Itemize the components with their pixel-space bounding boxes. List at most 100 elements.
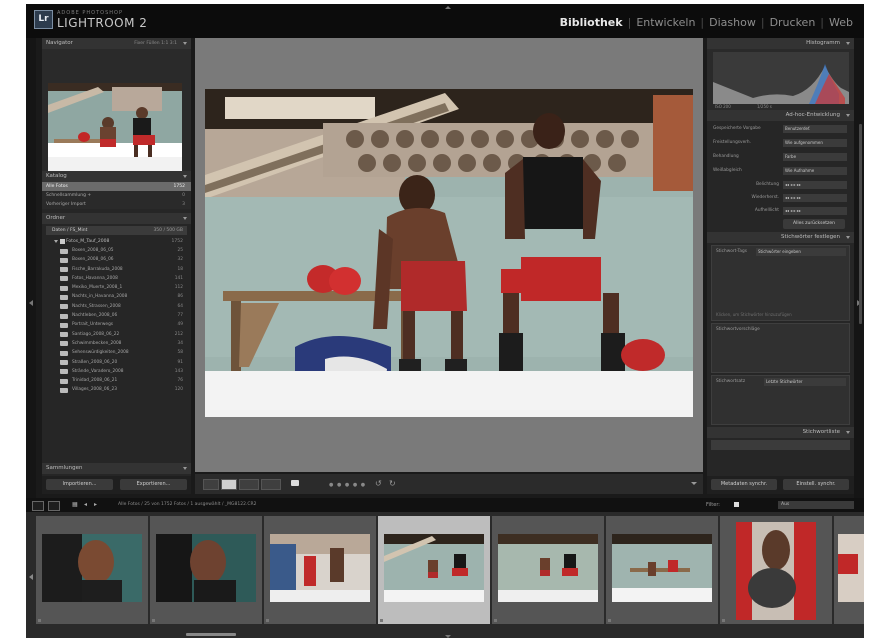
filmstrip-thumbnail[interactable] [606, 516, 718, 624]
loupe-view[interactable] [195, 38, 703, 472]
catalog-item-label: Schnellsammlung + [46, 193, 92, 198]
primary-window-button[interactable] [32, 501, 44, 511]
filmstrip-thumbnail[interactable] [492, 516, 604, 624]
rotate-right-icon[interactable]: ↻ [389, 479, 396, 488]
filter-select[interactable]: Aus [778, 501, 854, 509]
treatment-select[interactable]: Farbe [783, 153, 847, 161]
keywording-header[interactable]: Stichwörter festlegen [707, 232, 854, 243]
preset-select[interactable]: Benutzerdef. [783, 125, 847, 133]
collapse-triangle-icon[interactable] [846, 236, 850, 239]
module-bibliothek[interactable]: Bibliothek [555, 16, 628, 29]
folder-item[interactable]: Portrait_Unterwegs 49 [42, 320, 191, 329]
root-folder-row[interactable]: Fotos_M_Tauf_2008 1752 [42, 237, 191, 246]
filmstrip-source-path[interactable]: Alle Fotos / 25 von 1752 Fotos / 1 ausge… [118, 498, 257, 512]
sync-settings-button[interactable]: Einstell. synchr. [783, 479, 849, 490]
module-diashow[interactable]: Diashow [704, 16, 761, 29]
volume-row[interactable]: Daten / FS_Mint 350 / 500 GB [46, 226, 187, 235]
keyword-suggestions-box[interactable]: Stichwortvorschläge [711, 323, 850, 373]
secondary-window-button[interactable] [48, 501, 60, 511]
navigator-zoom-options[interactable]: Fixer Füllen 1:1 3:1 [134, 38, 177, 49]
catalog-item-all-photos[interactable]: Alle Fotos 1752 [42, 182, 191, 191]
folder-item[interactable]: Nachts_in_Havanna_2008 86 [42, 292, 191, 301]
compare-view-button[interactable] [239, 479, 259, 490]
catalog-header[interactable]: Katalog [42, 171, 191, 182]
collapse-left-icon[interactable] [29, 300, 33, 306]
filmstrip-thumbnail-selected[interactable] [378, 516, 490, 624]
filmstrip-thumbnail[interactable] [36, 516, 148, 624]
module-web[interactable]: Web [824, 16, 858, 29]
import-button[interactable]: Importieren... [46, 479, 113, 490]
folder-item[interactable]: Mexiko_Muerte_2008_1 112 [42, 283, 191, 292]
folder-item[interactable]: Schwimmbecken_2008 34 [42, 339, 191, 348]
right-panel-scrollbar[interactable] [859, 124, 862, 324]
filmstrip-scroll-left-icon[interactable] [29, 574, 33, 580]
back-arrow-icon[interactable]: ◂ [84, 501, 87, 508]
module-entwickeln[interactable]: Entwickeln [631, 16, 700, 29]
module-drucken[interactable]: Drucken [765, 16, 821, 29]
disclosure-triangle-icon[interactable] [54, 240, 58, 243]
keyword-filter-field[interactable] [711, 440, 850, 450]
collapse-triangle-icon[interactable] [183, 467, 187, 470]
fill-light-stepper[interactable]: ◂◂ ◂ ▸ ▸▸ [783, 207, 847, 215]
keyword-tags-box[interactable]: Stichwort-Tags Stichwörter eingeben Klic… [711, 245, 850, 321]
folder-item[interactable]: Boxen_2008_06_05 25 [42, 246, 191, 255]
reset-all-button[interactable]: Alles zurücksetzen [783, 219, 845, 229]
left-panel-edge[interactable] [26, 38, 36, 498]
folder-item[interactable]: Trinidad_2008_06_21 76 [42, 376, 191, 385]
white-balance-select[interactable]: Wie Aufnahme [783, 167, 847, 175]
filmstrip-thumbnail[interactable] [834, 516, 864, 624]
rating-stars[interactable]: ● ● ● ● ● [329, 482, 366, 488]
collapse-triangle-icon[interactable] [846, 114, 850, 117]
loupe-view-button[interactable] [221, 479, 237, 490]
navigator-header[interactable]: Navigator Fixer Füllen 1:1 3:1 [42, 38, 191, 49]
filmstrip-thumbnail[interactable] [264, 516, 376, 624]
keyword-tags-select[interactable]: Stichwörter eingeben [756, 248, 846, 256]
catalog-item-previous-import[interactable]: Vorheriger Import 3 [42, 200, 191, 209]
navigator-thumbnail[interactable] [48, 83, 182, 175]
thumbnail-image [498, 534, 598, 602]
filmstrip-scrollbar[interactable] [186, 633, 236, 636]
catalog-item-quick-collection[interactable]: Schnellsammlung + 0 [42, 191, 191, 200]
main-photo[interactable] [205, 89, 693, 417]
folder-item[interactable]: Strände_Varadero_2008 143 [42, 367, 191, 376]
survey-view-button[interactable] [261, 479, 281, 490]
folder-item[interactable]: Nachts_Strassen_2008 64 [42, 302, 191, 311]
flag-icon[interactable] [291, 480, 299, 486]
toolbar-menu-icon[interactable] [691, 482, 697, 485]
sync-metadata-button[interactable]: Metadaten synchr. [711, 479, 777, 490]
folder-item[interactable]: Fische_Barrakuda_2008 18 [42, 265, 191, 274]
folder-item[interactable]: Sehenswürdigkeiten_2008 58 [42, 348, 191, 357]
folder-item[interactable]: Nachtleben_2008_06 77 [42, 311, 191, 320]
filmstrip-thumbnail[interactable] [720, 516, 832, 624]
collapse-triangle-icon[interactable] [183, 175, 187, 178]
folder-item[interactable]: Villages_2008_06_23 120 [42, 385, 191, 394]
folder-item[interactable]: Straßen_2008_06_20 91 [42, 358, 191, 367]
folder-item[interactable]: Santiago_2008_06_22 212 [42, 330, 191, 339]
filter-flag-icon[interactable] [734, 502, 739, 507]
collapse-top-panel-icon[interactable] [445, 6, 451, 9]
keyword-list-header[interactable]: Stichwortliste [707, 427, 854, 438]
quick-develop-header[interactable]: Ad-hoc-Entwicklung [707, 110, 854, 121]
export-button[interactable]: Exportieren... [120, 479, 187, 490]
recovery-stepper[interactable]: ◂◂ ◂ ▸ ▸▸ [783, 194, 847, 202]
collapse-triangle-icon[interactable] [183, 42, 187, 45]
navigator-preview[interactable] [42, 49, 191, 175]
folder-item[interactable]: Fotos_Havanna_2008 141 [42, 274, 191, 283]
histogram-header[interactable]: Histogramm [707, 38, 854, 49]
folders-header[interactable]: Ordner [42, 213, 191, 224]
keyword-set-box[interactable]: Stichwortsatz Letzte Stichwörter [711, 375, 850, 425]
collapse-triangle-icon[interactable] [846, 42, 850, 45]
keyword-set-select[interactable]: Letzte Stichwörter [764, 378, 846, 386]
histogram-graph[interactable] [713, 52, 849, 104]
grid-view-button[interactable] [203, 479, 219, 490]
collapse-triangle-icon[interactable] [183, 217, 187, 220]
grid-icon[interactable]: ▦ [72, 501, 78, 508]
forward-arrow-icon[interactable]: ▸ [94, 501, 97, 508]
collections-header[interactable]: Sammlungen [42, 463, 191, 474]
collapse-triangle-icon[interactable] [846, 431, 850, 434]
crop-select[interactable]: Wie aufgenommen [783, 139, 847, 147]
folder-item[interactable]: Boxen_2008_06_06 32 [42, 255, 191, 264]
filmstrip-thumbnail[interactable] [150, 516, 262, 624]
rotate-left-icon[interactable]: ↺ [375, 479, 382, 488]
exposure-stepper[interactable]: ◂◂ ◂ ▸ ▸▸ [783, 181, 847, 189]
